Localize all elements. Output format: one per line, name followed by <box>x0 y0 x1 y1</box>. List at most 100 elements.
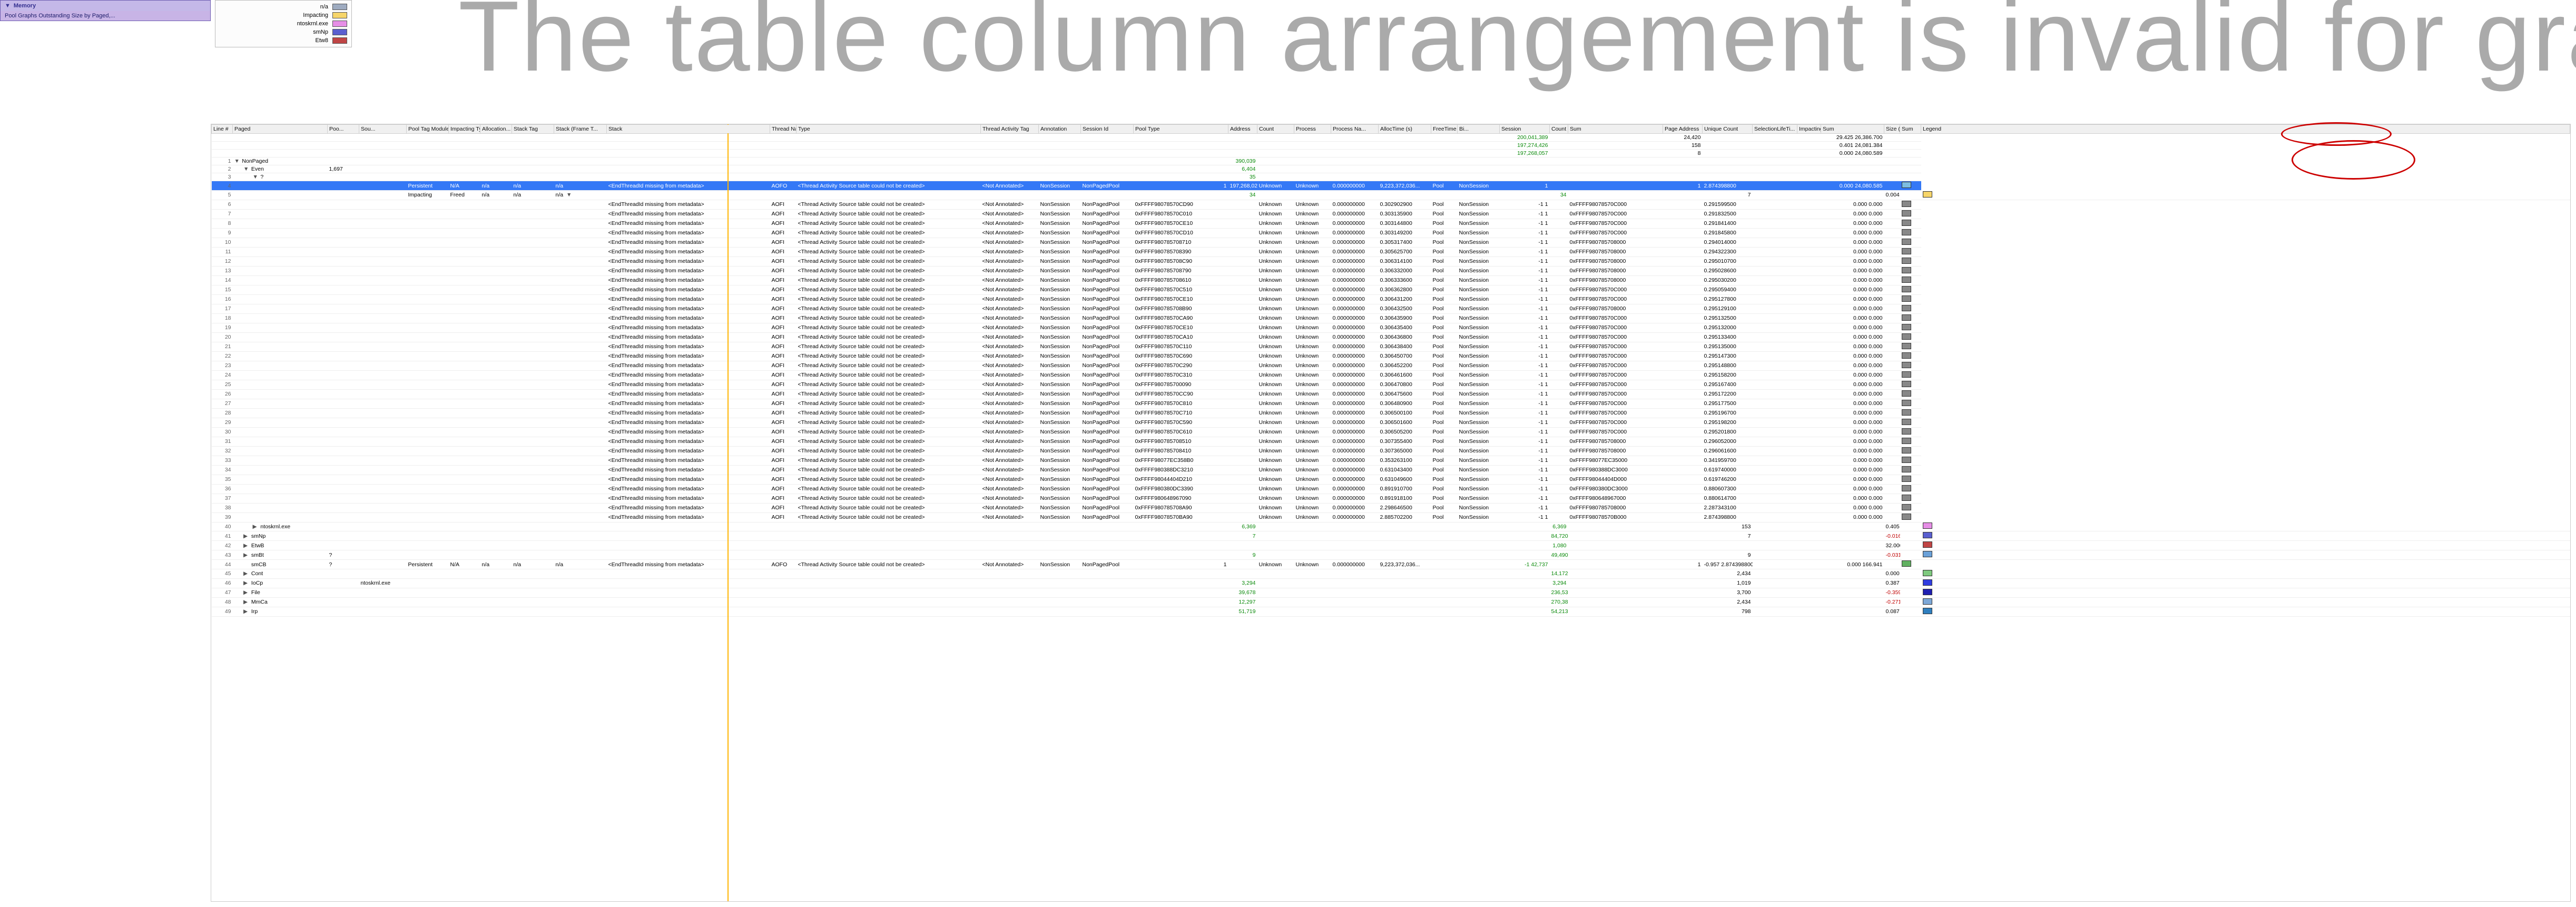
col-header[interactable]: Poo... <box>328 125 359 134</box>
table-row[interactable]: 12<EndThreadId missing from metadata>AOF… <box>212 257 2570 266</box>
legend-item[interactable]: ntoskrnl.exe <box>218 19 349 28</box>
table-row[interactable]: 14<EndThreadId missing from metadata>AOF… <box>212 275 2570 285</box>
col-header[interactable]: Impacting Type <box>449 125 480 134</box>
col-header[interactable]: AllocTime (s) <box>1379 125 1431 134</box>
col-header[interactable]: Pool Tag Module <box>407 125 449 134</box>
table-row[interactable]: 1▼ NonPaged390,039 <box>212 157 2570 165</box>
table-row[interactable]: 37<EndThreadId missing from metadata>AOF… <box>212 494 2570 503</box>
col-header[interactable]: Paged <box>233 125 328 134</box>
table-row[interactable]: 22<EndThreadId missing from metadata>AOF… <box>212 351 2570 361</box>
table-row[interactable]: 49 ▶ Irp51,71954,2137980.087 66.707 <box>212 607 2570 616</box>
table-row[interactable]: 20<EndThreadId missing from metadata>AOF… <box>212 332 2570 342</box>
col-header[interactable]: Unique Count <box>1703 125 1753 134</box>
table-row[interactable]: 26<EndThreadId missing from metadata>AOF… <box>212 389 2570 399</box>
table-row[interactable]: 43 ▶ smBt?949,4909-0.031 193.320 <box>212 550 2570 560</box>
legend-item[interactable]: n/a <box>218 3 349 11</box>
table-row[interactable]: 17<EndThreadId missing from metadata>AOF… <box>212 304 2570 313</box>
col-header[interactable]: Bi... <box>1458 125 1500 134</box>
table-row[interactable]: 27<EndThreadId missing from metadata>AOF… <box>212 399 2570 408</box>
col-header[interactable]: Session Id <box>1081 125 1134 134</box>
table-row[interactable]: 3 ▼ ?35 <box>212 173 2570 181</box>
expand-icon[interactable]: ▼ <box>566 192 573 198</box>
table-row[interactable]: 28<EndThreadId missing from metadata>AOF… <box>212 408 2570 418</box>
table-row[interactable]: 2 ▼ Even1,6976,404 <box>212 165 2570 173</box>
table-row[interactable]: 8<EndThreadId missing from metadata>AOFI… <box>212 219 2570 228</box>
table-row[interactable]: 36<EndThreadId missing from metadata>AOF… <box>212 484 2570 494</box>
col-header[interactable]: FreeTime (s) <box>1431 125 1458 134</box>
table-row[interactable]: 33<EndThreadId missing from metadata>AOF… <box>212 456 2570 465</box>
col-header[interactable]: Count <box>1550 125 1568 134</box>
col-header[interactable]: Stack (Frame T... <box>554 125 607 134</box>
table-row[interactable]: 197,268,05780.000 24,080.589 <box>212 150 2570 157</box>
table-row[interactable]: 29<EndThreadId missing from metadata>AOF… <box>212 418 2570 427</box>
col-header[interactable]: Legend <box>1921 125 2570 134</box>
legend-item[interactable]: Impacting <box>218 11 349 19</box>
table-row[interactable]: 34<EndThreadId missing from metadata>AOF… <box>212 465 2570 475</box>
table-row[interactable]: 23<EndThreadId missing from metadata>AOF… <box>212 361 2570 370</box>
table-row[interactable]: 44 smCB?PersistentN/An/an/an/a<EndThread… <box>212 560 2570 569</box>
table-row[interactable]: 200,041,38924,42029.425 26,386.700 <box>212 134 2570 142</box>
table-row[interactable]: 6<EndThreadId missing from metadata>AOFI… <box>212 200 2570 209</box>
expand-icon[interactable]: ▶ <box>243 599 250 605</box>
table-row[interactable]: 16<EndThreadId missing from metadata>AOF… <box>212 294 2570 304</box>
expand-icon[interactable]: ▶ <box>243 589 250 596</box>
table-row[interactable]: 21<EndThreadId missing from metadata>AOF… <box>212 342 2570 351</box>
header-row[interactable]: Line #PagedPoo...Sou...Pool Tag ModuleIm… <box>212 125 2570 134</box>
table-row[interactable]: 9<EndThreadId missing from metadata>AOFI… <box>212 228 2570 238</box>
table-row[interactable]: 46 ▶ IoCpntoskrnl.exe3,2943,2941,0190.38… <box>212 578 2570 588</box>
expand-icon[interactable]: ▶ <box>253 524 259 530</box>
memory-panel-header[interactable]: ▼ Memory <box>1 1 210 11</box>
col-header[interactable]: Session <box>1500 125 1550 134</box>
expand-icon[interactable]: ▼ <box>243 166 250 172</box>
table-row[interactable]: 5ImpactingFreedn/an/an/a ▼343470.004 0.0… <box>212 191 2570 200</box>
table-row[interactable]: 24<EndThreadId missing from metadata>AOF… <box>212 370 2570 380</box>
table-row[interactable]: 47 ▶ File39,678236,5363,700-0.359 90.190 <box>212 588 2570 597</box>
table-row[interactable]: 4PersistentN/An/an/an/a<EndThreadId miss… <box>212 181 2570 191</box>
col-header[interactable]: Sum <box>1568 125 1663 134</box>
expand-icon[interactable]: ▶ <box>243 552 250 558</box>
table-row[interactable]: 7<EndThreadId missing from metadata>AOFI… <box>212 209 2570 219</box>
table-row[interactable]: 10<EndThreadId missing from metadata>AOF… <box>212 238 2570 247</box>
col-header[interactable]: Stack <box>607 125 770 134</box>
table-row[interactable]: 18<EndThreadId missing from metadata>AOF… <box>212 313 2570 323</box>
table-row[interactable]: 25<EndThreadId missing from metadata>AOF… <box>212 380 2570 389</box>
memory-panel[interactable]: ▼ Memory Pool Graphs Outstanding Size by… <box>0 0 211 21</box>
col-header[interactable]: Sum <box>1821 125 1884 134</box>
col-header[interactable]: Pool Type <box>1134 125 1228 134</box>
col-header[interactable]: Address <box>1228 125 1257 134</box>
col-header[interactable]: Page Address <box>1663 125 1703 134</box>
col-header[interactable]: Sum <box>1900 125 1921 134</box>
legend-item[interactable]: Etw8 <box>218 36 349 45</box>
table-row[interactable]: 40 ▶ ntoskrnl.exe6,3696,3691530.405 0.79… <box>212 522 2570 531</box>
col-header[interactable]: Process Na... <box>1331 125 1379 134</box>
table-row[interactable]: 42 ▶ EtwB1,08032.000 244.930 <box>212 541 2570 550</box>
table-row[interactable]: 19<EndThreadId missing from metadata>AOF… <box>212 323 2570 332</box>
col-header[interactable]: Line # <box>212 125 233 134</box>
table-row[interactable]: 11<EndThreadId missing from metadata>AOF… <box>212 247 2570 257</box>
col-header[interactable]: Thread Name <box>770 125 797 134</box>
col-header[interactable]: Impacting Size <box>1797 125 1821 134</box>
expand-icon[interactable]: ▶ <box>243 533 250 539</box>
table-row[interactable]: 45 ▶ Cont14,1722,4340.000 111.613 <box>212 569 2570 579</box>
expand-icon[interactable]: ▼ <box>253 174 259 180</box>
data-grid[interactable]: Line #PagedPoo...Sou...Pool Tag ModuleIm… <box>211 124 2571 902</box>
table-row[interactable]: 39<EndThreadId missing from metadata>AOF… <box>212 512 2570 522</box>
table-row[interactable]: 35<EndThreadId missing from metadata>AOF… <box>212 475 2570 484</box>
col-header[interactable]: Process <box>1294 125 1331 134</box>
col-header[interactable]: Annotation <box>1039 125 1081 134</box>
col-header[interactable]: Size (MB) <box>1884 125 1900 134</box>
table-row[interactable]: 15<EndThreadId missing from metadata>AOF… <box>212 285 2570 294</box>
col-header[interactable]: Count <box>1257 125 1294 134</box>
table-row[interactable]: 48 ▶ MmCa12,297270,3872,434-0.271 77.260 <box>212 597 2570 607</box>
legend-item[interactable]: smNp <box>218 28 349 36</box>
expand-icon[interactable]: ▶ <box>243 543 250 549</box>
expand-icon[interactable]: ▼ <box>234 158 241 164</box>
panel-subtitle[interactable]: Pool Graphs Outstanding Size by Paged,..… <box>1 11 210 21</box>
table-row[interactable]: 197,274,4261580.401 24,081.384 <box>212 142 2570 150</box>
expand-icon[interactable]: ▶ <box>243 608 250 615</box>
expand-icon[interactable]: ▶ <box>243 580 250 586</box>
table-row[interactable]: 41 ▶ smNp784,7207-0.016 330.938 <box>212 531 2570 541</box>
expand-icon[interactable]: ▶ <box>243 570 250 577</box>
table-row[interactable]: 38<EndThreadId missing from metadata>AOF… <box>212 503 2570 512</box>
col-header[interactable]: Stack Tag <box>512 125 554 134</box>
